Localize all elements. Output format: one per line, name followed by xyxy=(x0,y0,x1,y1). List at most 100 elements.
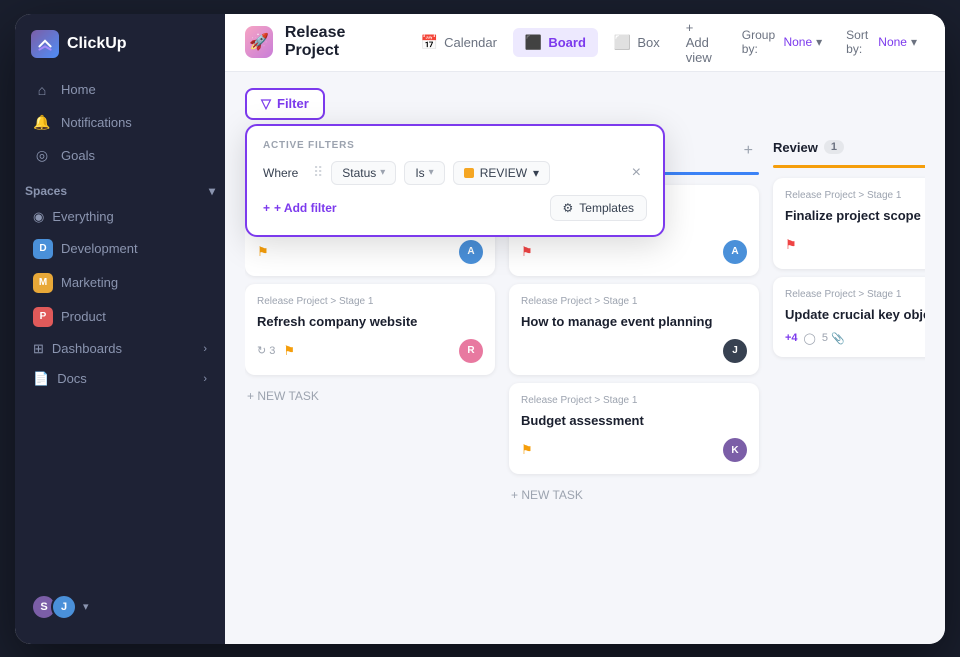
table-row[interactable]: Release Project > Stage 1 Budget assessm… xyxy=(509,383,759,474)
table-row[interactable]: Release Project > Stage 1 Refresh compan… xyxy=(245,284,495,375)
sidebar-item-dashboards[interactable]: ⊞ Dashboards › xyxy=(23,334,217,364)
filter-button[interactable]: ▽ Filter xyxy=(245,88,325,120)
column-title-left: Review 1 xyxy=(773,140,844,155)
card-meta: ↻ 3 ⚑ xyxy=(257,343,295,359)
card-title: Finalize project scope xyxy=(785,207,925,225)
footer-arrow: ▾ xyxy=(83,600,89,613)
sidebar-item-marketing[interactable]: M Marketing xyxy=(23,266,217,300)
table-row[interactable]: Release Project > Stage 1 How to manage … xyxy=(509,284,759,375)
sidebar-item-goals[interactable]: ◎ Goals xyxy=(23,139,217,172)
status-value-badge[interactable]: REVIEW ▾ xyxy=(453,161,550,185)
plus-count: +4 xyxy=(785,332,798,344)
sidebar-item-everything[interactable]: ◉ Everything xyxy=(23,202,217,232)
add-view-label: + Add view xyxy=(686,20,712,65)
sidebar: ClickUp ⌂ Home 🔔 Notifications ◎ Goals S… xyxy=(15,14,225,644)
status-value-arrow: ▾ xyxy=(533,166,539,180)
avatar: A xyxy=(723,240,747,264)
dashboards-arrow: › xyxy=(203,343,207,355)
sidebar-label-home: Home xyxy=(61,82,96,97)
tab-board[interactable]: ⬛ Board xyxy=(513,28,598,57)
table-row[interactable]: Release Project > Stage 1 Finalize proje… xyxy=(773,178,925,269)
card-title: Update crucial key objectives xyxy=(785,306,925,324)
is-filter-pill[interactable]: Is ▾ xyxy=(404,161,444,185)
chevron-icon: ▾ xyxy=(209,184,215,198)
new-task-button-todo[interactable]: + NEW TASK xyxy=(509,482,759,508)
recycle-icon: ↻ xyxy=(257,344,266,357)
board-toolbar: ▽ Filter xyxy=(245,88,925,120)
flag-icon: ⚑ xyxy=(785,237,797,253)
filter-label: Filter xyxy=(277,96,309,111)
filter-close-button[interactable]: × xyxy=(626,162,647,184)
status-filter-pill[interactable]: Status ▾ xyxy=(331,161,396,185)
dashboards-label: Dashboards xyxy=(52,341,122,356)
sidebar-item-docs[interactable]: 📄 Docs › xyxy=(23,364,217,394)
dashboards-icon: ⊞ xyxy=(33,341,44,357)
sort-by-button[interactable]: Sort by: None ▾ xyxy=(838,24,925,60)
card-count: ↻ 3 xyxy=(257,344,275,357)
spaces-section-header[interactable]: Spaces ▾ xyxy=(15,172,225,202)
everything-icon: ◉ xyxy=(33,209,44,225)
group-by-button[interactable]: Group by: None ▾ xyxy=(734,24,830,60)
sidebar-item-home[interactable]: ⌂ Home xyxy=(23,74,217,106)
filter-dropdown: ACTIVE FILTERS Where ⠿ Status ▾ Is ▾ REV… xyxy=(245,124,665,237)
table-row[interactable]: Release Project > Stage 1 Update crucial… xyxy=(773,277,925,357)
card-project: Release Project > Stage 1 xyxy=(257,296,483,307)
sort-by-chevron: ▾ xyxy=(911,35,917,49)
filter-row: Where ⠿ Status ▾ Is ▾ REVIEW ▾ xyxy=(263,161,647,185)
calendar-label: Calendar xyxy=(444,35,497,50)
sort-by-label: Sort by: xyxy=(846,28,874,56)
card-footer: ⚑ A xyxy=(521,240,747,264)
sidebar-item-product[interactable]: P Product xyxy=(23,300,217,334)
card-project: Release Project > Stage 1 xyxy=(785,190,925,201)
sidebar-item-notifications[interactable]: 🔔 Notifications xyxy=(23,106,217,139)
group-by-label: Group by: xyxy=(742,28,780,56)
spaces-list: ◉ Everything D Development M Marketing P… xyxy=(15,202,225,334)
templates-label: Templates xyxy=(579,201,634,215)
tab-calendar[interactable]: 📅 Calendar xyxy=(409,28,509,57)
is-pill-arrow: ▾ xyxy=(429,167,434,178)
card-footer: J xyxy=(521,339,747,363)
tab-box[interactable]: ⬜ Box xyxy=(602,28,672,57)
card-meta-row: +4 ◯ 5 📎 xyxy=(785,332,925,345)
product-dot: P xyxy=(33,307,53,327)
card-project: Release Project > Stage 1 xyxy=(785,289,925,300)
card-footer: ↻ 3 ⚑ R xyxy=(257,339,483,363)
flag-icon: ⚑ xyxy=(521,442,533,458)
paperclip-icon: 📎 xyxy=(831,332,845,345)
filter-icon: ▽ xyxy=(261,96,271,112)
status-filter-label: Status xyxy=(342,166,376,180)
attach-count: 5 xyxy=(822,332,828,344)
status-pill-arrow: ▾ xyxy=(380,167,385,178)
sidebar-label-notifications: Notifications xyxy=(61,115,132,130)
card-project: Release Project > Stage 1 xyxy=(521,395,747,406)
sidebar-nav: ⌂ Home 🔔 Notifications ◎ Goals xyxy=(15,74,225,172)
templates-icon: ⚙ xyxy=(563,201,574,215)
sort-by-value: None xyxy=(878,35,907,49)
sidebar-label-goals: Goals xyxy=(61,148,95,163)
sidebar-item-development[interactable]: D Development xyxy=(23,232,217,266)
project-title: Release Project xyxy=(285,24,389,60)
add-filter-button[interactable]: + + Add filter xyxy=(263,201,337,215)
flag-icon: ⚑ xyxy=(521,244,533,260)
card-meta: +4 ◯ 5 📎 xyxy=(785,332,845,345)
new-task-button-in-progress[interactable]: + NEW TASK xyxy=(245,383,495,409)
project-icon: 🚀 xyxy=(245,26,273,58)
filter-actions: + + Add filter ⚙ Templates xyxy=(263,195,647,221)
active-filters-header: ACTIVE FILTERS xyxy=(263,140,647,151)
column-title-review: Review xyxy=(773,140,818,155)
status-color-dot xyxy=(464,168,474,178)
docs-arrow: › xyxy=(203,373,207,385)
new-task-label: + NEW TASK xyxy=(247,389,319,403)
topbar-right: Group by: None ▾ Sort by: None ▾ xyxy=(734,24,925,60)
column-add-btn-todo[interactable]: + xyxy=(738,140,759,162)
add-view-button[interactable]: + Add view xyxy=(676,14,722,71)
view-tabs: 📅 Calendar ⬛ Board ⬜ Box + Add view xyxy=(409,14,722,71)
column-header-review: Review 1 xyxy=(773,140,925,155)
add-filter-label: + Add filter xyxy=(274,201,337,215)
main-content: 🚀 Release Project 📅 Calendar ⬛ Board ⬜ B… xyxy=(225,14,945,644)
avatar-user2[interactable]: J xyxy=(51,594,77,620)
templates-button[interactable]: ⚙ Templates xyxy=(550,195,647,221)
card-title: Budget assessment xyxy=(521,412,747,430)
new-task-label: + NEW TASK xyxy=(511,488,583,502)
board-label: Board xyxy=(548,35,586,50)
